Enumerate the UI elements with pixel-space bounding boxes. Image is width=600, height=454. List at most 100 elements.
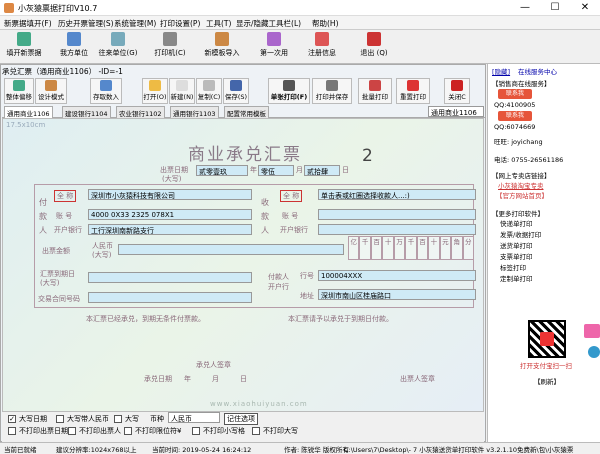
no-upper-checkbox[interactable]: [252, 427, 260, 435]
hide-panel-link[interactable]: [隐藏]: [492, 66, 510, 76]
digit-column-label: 亿: [348, 236, 360, 260]
size-watermark: 17.5x10cm: [6, 121, 46, 129]
tab-abc-1102[interactable]: 农业银行1102: [116, 106, 165, 118]
no-small-checkbox[interactable]: [192, 427, 200, 435]
payee-bank-field[interactable]: [318, 224, 476, 235]
menu-help[interactable]: 帮助(H): [312, 18, 339, 29]
no-rmb-checkbox[interactable]: [124, 427, 132, 435]
due-date-label: 汇票到期日 (大写): [40, 270, 75, 287]
payer-name-field[interactable]: 深圳市小灰猿科技有限公司: [88, 189, 252, 200]
currency-select[interactable]: 人民币: [168, 412, 220, 423]
offset-button[interactable]: 整体偏移: [4, 78, 34, 104]
menu-system[interactable]: 系统管理(M): [114, 18, 156, 29]
amount-upper-field[interactable]: [118, 244, 344, 255]
soft-link-express[interactable]: 快递单打印: [500, 218, 533, 228]
open-button[interactable]: 打开(O): [142, 78, 168, 104]
minimize-button[interactable]: —: [510, 0, 540, 16]
shop-header: 【网上专卖店链接】: [492, 172, 551, 180]
menu-history[interactable]: 历史开票管理(S): [58, 18, 114, 29]
digit-column-label: 万: [393, 236, 406, 260]
single-print-button[interactable]: 单张打印(F): [268, 78, 310, 104]
online-service-title: 在线服务中心: [518, 68, 557, 76]
import-template-button[interactable]: 新模板导入: [200, 32, 244, 62]
menu-tools[interactable]: 工具(T): [206, 18, 231, 29]
maximize-button[interactable]: ☐: [540, 0, 570, 16]
qq2-text: QQ:6074669: [494, 123, 536, 131]
register-button[interactable]: 注册信息: [302, 32, 342, 62]
close-sub-button[interactable]: 关闭C: [444, 78, 470, 104]
digit-column-label: 百: [370, 236, 383, 260]
contract-field[interactable]: [88, 292, 252, 303]
line-no-field[interactable]: 100004XXX: [318, 270, 476, 281]
no-date-label: 不打印出票日期: [19, 427, 68, 435]
sub-toolbar: 整体偏移 设计模式 存取数入 打开(O) 新建(N) 复制(C) 保存(S) 单…: [2, 78, 484, 106]
contact-qq1-button[interactable]: 联系我: [498, 89, 532, 99]
template-select[interactable]: 通用商业1106: [428, 106, 484, 117]
taobao-shop-link[interactable]: 小灰猿淘宝专卖: [498, 180, 544, 190]
new-bill-button[interactable]: 填开新票据: [2, 32, 46, 62]
design-mode-button[interactable]: 设计模式: [35, 78, 67, 104]
window-title: 小灰猿票据打印V10.7: [18, 4, 98, 13]
soft-link-custom[interactable]: 定制单打印: [500, 273, 533, 283]
new-button[interactable]: 新建(N): [169, 78, 195, 104]
printer-button[interactable]: 打印机(C): [148, 32, 192, 62]
menu-new-bill[interactable]: 新票据填开(F): [4, 18, 52, 29]
data-io-button[interactable]: 存取数入: [90, 78, 122, 104]
red-packet-icon: [540, 332, 554, 346]
close-button[interactable]: ✕: [570, 0, 600, 16]
menu-toggle-toolbar[interactable]: 显示/隐藏工具栏(L): [236, 18, 301, 29]
payer-bank-field[interactable]: 工行深圳南新路支行: [88, 224, 252, 235]
refresh-link[interactable]: 【刷新】: [534, 376, 560, 386]
no-date-checkbox[interactable]: [8, 427, 16, 435]
tab-bank-1103[interactable]: 通用银行1103: [170, 106, 219, 118]
save-button[interactable]: 保存(S): [223, 78, 249, 104]
menu-print-settings[interactable]: 打印设置(P): [160, 18, 200, 29]
tab-ccb-1104[interactable]: 建设银行1104: [62, 106, 111, 118]
accept-month-unit: 月: [212, 375, 219, 383]
address-field[interactable]: 深圳市南山区桂庙路口: [318, 289, 476, 300]
soft-link-cheque[interactable]: 支票单打印: [500, 251, 533, 261]
upper-case-checkbox[interactable]: [114, 415, 122, 423]
copy-button[interactable]: 复制(C): [196, 78, 222, 104]
due-date-field[interactable]: [88, 272, 252, 283]
payee-name-field[interactable]: 单击表或红圈选择收款人...:): [318, 189, 476, 200]
reset-print-button[interactable]: 重置打印: [396, 78, 430, 104]
remember-options-button[interactable]: 记住选项: [224, 413, 258, 425]
company-icon: [67, 32, 81, 46]
soft-link-delivery[interactable]: 送货单打印: [500, 240, 533, 250]
first-use-button[interactable]: 第一次用: [254, 32, 294, 62]
promo-badge-icon: [584, 324, 600, 338]
our-company-button[interactable]: 我方单位: [54, 32, 94, 62]
request-note: 本汇票请予以承兑于到期日付款。: [288, 315, 393, 323]
data-icon: [100, 80, 112, 91]
month-field[interactable]: 零伍: [258, 165, 294, 176]
print-save-button[interactable]: 打印并保存: [312, 78, 352, 104]
no-payer-checkbox[interactable]: [68, 427, 76, 435]
payer-account-label: 账 号: [56, 212, 73, 220]
tab-config-templates[interactable]: 配置常用模板: [224, 106, 269, 118]
digit-column-label: 分: [462, 236, 474, 260]
partners-button[interactable]: 往来单位(G): [96, 32, 140, 62]
exit-button[interactable]: 退出 (Q): [354, 32, 394, 62]
printer-icon: [163, 32, 177, 46]
contact-qq2-button[interactable]: 联系我: [498, 111, 532, 121]
payee-account-field[interactable]: [318, 209, 476, 220]
official-site-link[interactable]: 【官方网站首页】: [496, 190, 548, 200]
soft-link-invoice[interactable]: 发票/收据打印: [500, 229, 541, 239]
drawee-bank-label: 付款人开户行: [268, 273, 289, 291]
chat-icon[interactable]: [588, 346, 600, 358]
payee-bank-label: 开户银行: [280, 226, 308, 234]
print-icon: [283, 80, 295, 91]
year-field[interactable]: 贰零壹玖: [196, 165, 248, 176]
tab-commercial-1106[interactable]: 通用商业1106: [4, 106, 53, 118]
issue-date-sub: (大写): [162, 175, 182, 183]
wangwang-text: 旺旺: joyichang: [494, 138, 543, 146]
batch-print-button[interactable]: 批量打印: [358, 78, 392, 104]
soft-link-label[interactable]: 标签打印: [500, 262, 526, 272]
line-no-label: 行号: [300, 272, 314, 280]
upper-date-checkbox[interactable]: ✓: [8, 415, 16, 423]
day-field[interactable]: 贰拾肆: [304, 165, 340, 176]
accept-note: 本汇票已经承兑，到期无条件付票款。: [86, 315, 205, 323]
payer-account-field[interactable]: 4000 0X33 2325 078X1: [88, 209, 252, 220]
upper-rmb-checkbox[interactable]: [56, 415, 64, 423]
